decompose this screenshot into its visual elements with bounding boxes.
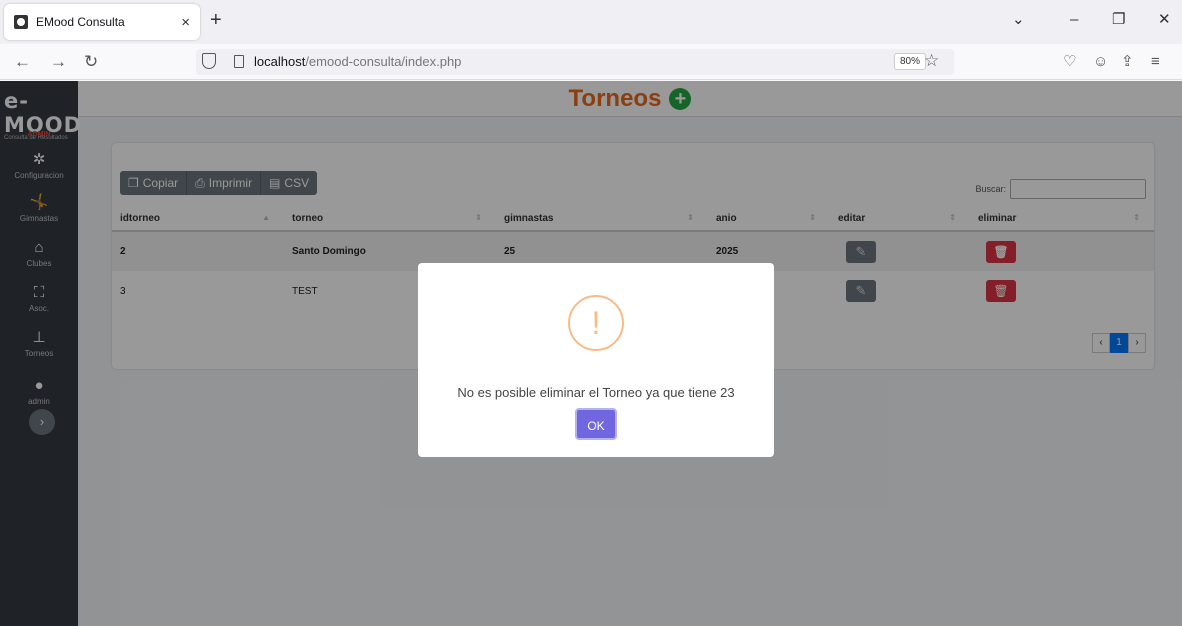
url-text[interactable]: localhost/emood-consulta/index.php	[254, 54, 461, 69]
browser-tabbar: EMood Consulta × + ⌄ – ❐ ✕	[0, 0, 1182, 44]
url-bar[interactable]: localhost/emood-consulta/index.php 80% ☆	[196, 49, 954, 75]
bookmark-star-icon[interactable]: ☆	[924, 51, 939, 71]
favicon-icon	[14, 15, 28, 29]
reload-icon[interactable]: ↻	[84, 52, 98, 72]
zoom-level-badge[interactable]: 80%	[894, 53, 927, 70]
page-icon[interactable]	[234, 55, 244, 68]
extensions-icon[interactable]: ⇪	[1121, 52, 1134, 72]
new-tab-button[interactable]: +	[210, 10, 222, 30]
tab-title: EMood Consulta	[36, 15, 125, 29]
back-arrow-icon[interactable]: ←	[14, 52, 31, 72]
pocket-icon[interactable]: ♡	[1063, 52, 1076, 72]
shield-icon[interactable]	[202, 53, 216, 69]
menu-icon[interactable]: ≡	[1151, 52, 1160, 72]
alert-dialog: ! No es posible eliminar el Torneo ya qu…	[418, 263, 774, 457]
warning-icon: !	[568, 295, 624, 351]
tab-close-button[interactable]: ×	[181, 14, 190, 31]
close-window-button[interactable]: ✕	[1158, 10, 1171, 30]
tab-list-chevron-icon[interactable]: ⌄	[1012, 10, 1025, 30]
forward-arrow-icon[interactable]: →	[50, 52, 67, 72]
account-icon[interactable]: ☺	[1093, 52, 1108, 72]
minimize-button[interactable]: –	[1070, 10, 1078, 30]
alert-message: No es posible eliminar el Torneo ya que …	[457, 385, 735, 400]
maximize-button[interactable]: ❐	[1112, 10, 1125, 30]
browser-tab[interactable]: EMood Consulta ×	[4, 4, 200, 40]
browser-navbar: ← → ↻ localhost/emood-consulta/index.php…	[0, 44, 1182, 80]
ok-button[interactable]: OK	[575, 408, 617, 440]
